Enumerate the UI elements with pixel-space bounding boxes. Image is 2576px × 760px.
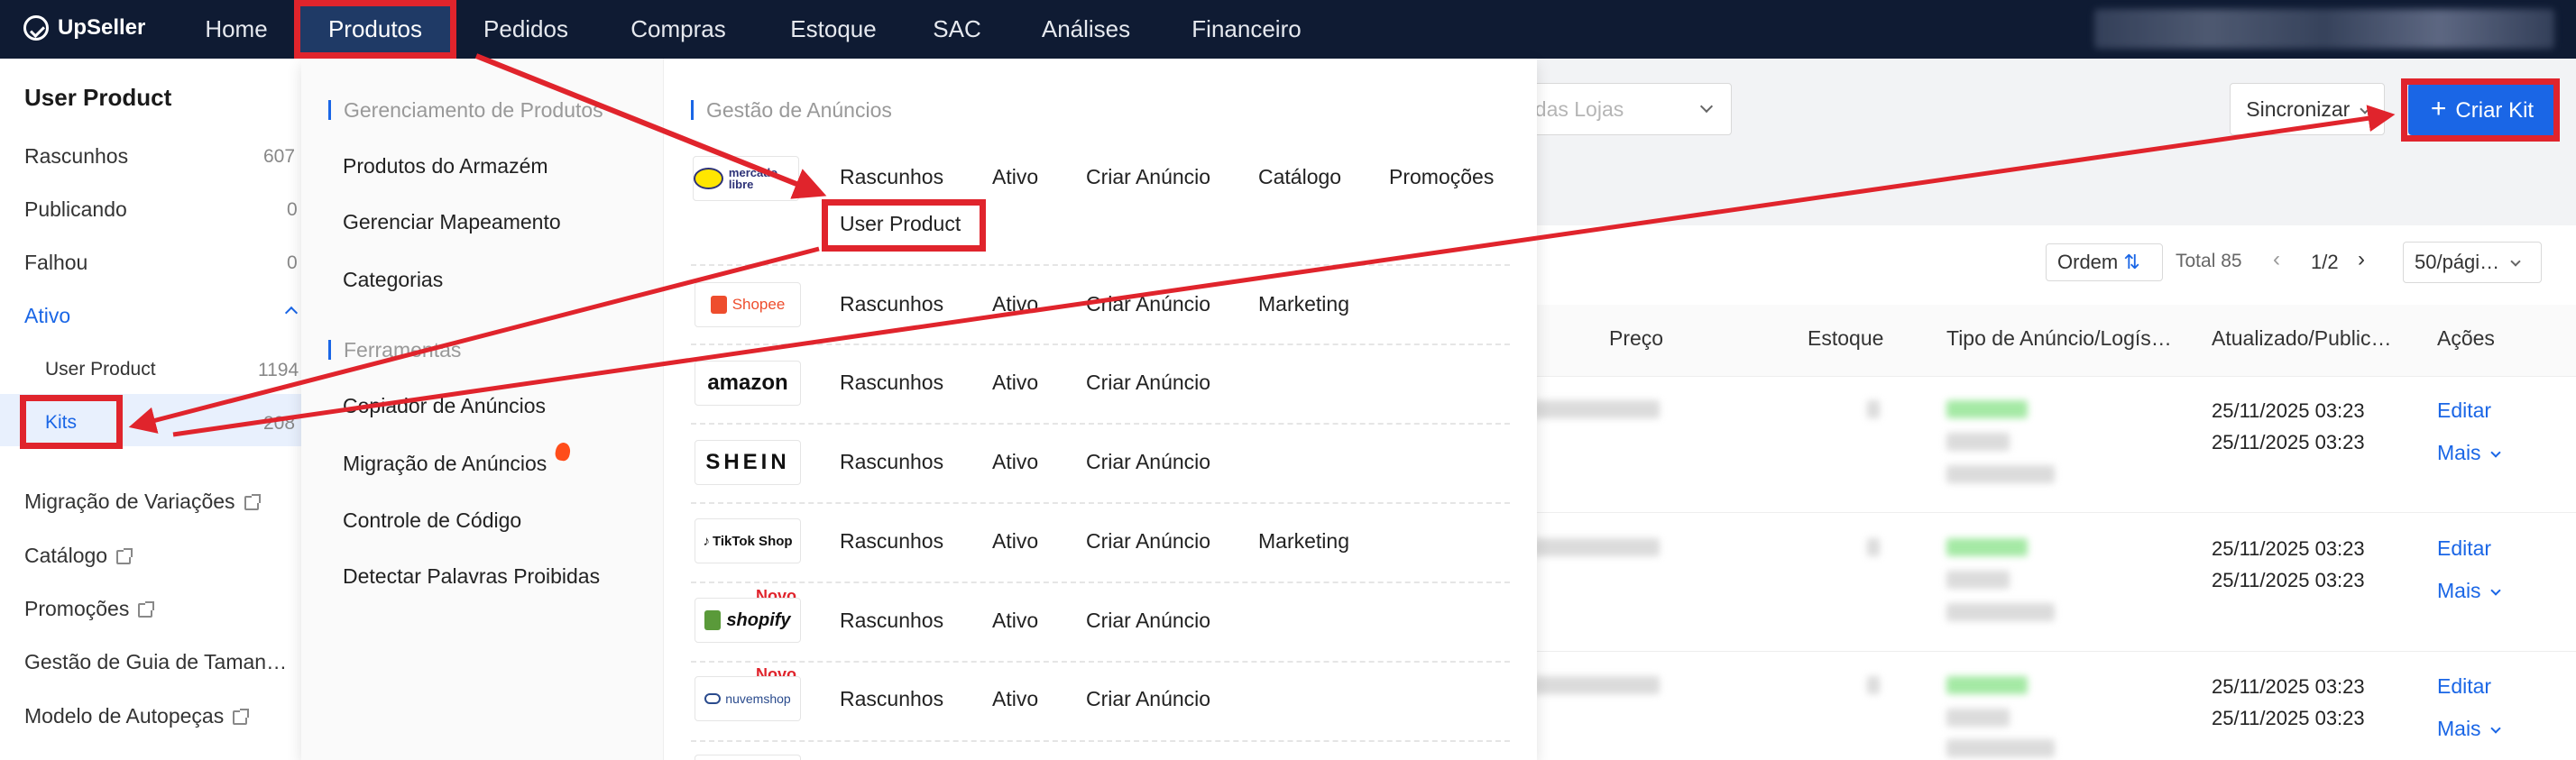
arrow-user-product-to-kits (128, 246, 820, 434)
arrow-kits-to-criar-kit (172, 105, 2396, 437)
arrow-produtos-to-user-product (474, 53, 827, 199)
annotation-arrows (128, 53, 2396, 437)
